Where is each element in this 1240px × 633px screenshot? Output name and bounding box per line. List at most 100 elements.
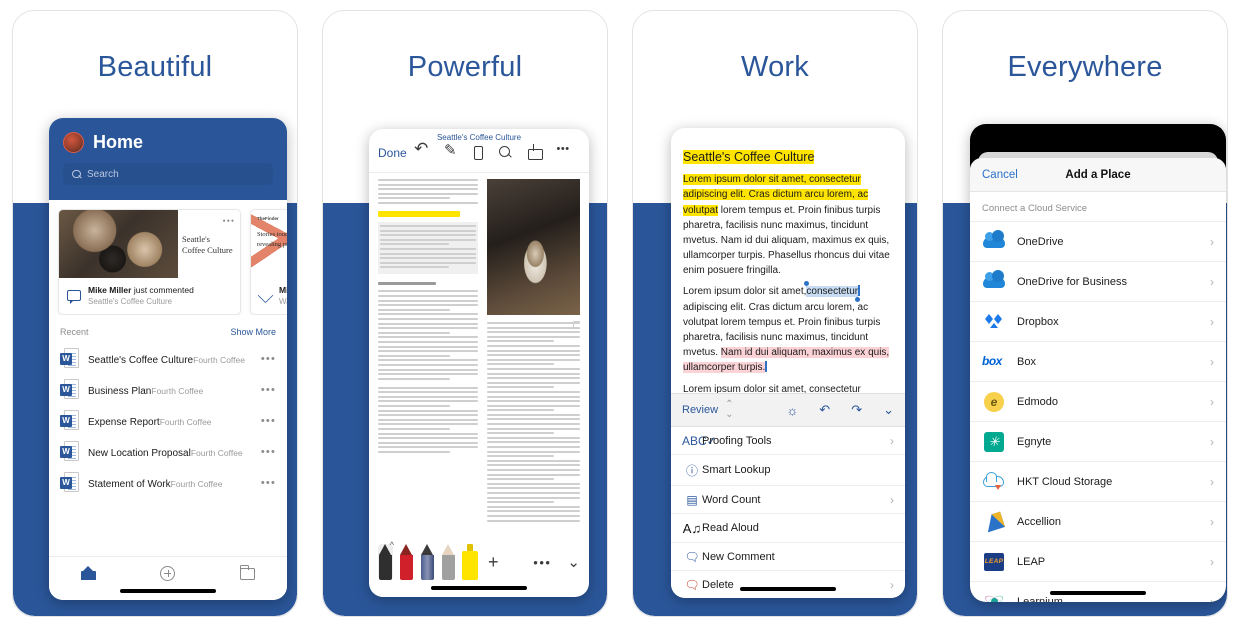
list-item[interactable]: W Business PlanFourth Coffee ••• [49, 374, 287, 405]
done-button[interactable]: Done [378, 146, 407, 160]
show-more-link[interactable]: Show More [230, 327, 276, 337]
search-input[interactable]: Search [63, 163, 273, 185]
doc-card[interactable]: TheFinder Stories touc by revealing peop… [250, 209, 287, 315]
list-item-onedrive-business[interactable]: OneDrive for Business › [970, 261, 1226, 301]
ink-pen-toolbar: + ••• ⌄ [378, 540, 580, 583]
undo-icon[interactable]: ↶ [819, 402, 830, 418]
ink-pen-icon[interactable] [444, 141, 459, 160]
card-more-icon[interactable]: ••• [223, 216, 235, 227]
document-cards-carousel[interactable]: ••• Seattle's Coffee Culture Mike Miller… [49, 200, 287, 315]
chevron-right-icon: › [1210, 554, 1214, 569]
chevron-right-icon: › [1210, 354, 1214, 369]
search-icon[interactable] [498, 145, 513, 160]
menu-item-word-count[interactable]: ▤ Word Count › [671, 486, 905, 514]
list-item-dropbox[interactable]: Dropbox › [970, 301, 1226, 341]
doc-card[interactable]: ••• Seattle's Coffee Culture Mike Miller… [58, 209, 241, 315]
redo-icon[interactable]: ↷ [851, 402, 862, 418]
activity-user: Mi [279, 285, 287, 295]
row-more-icon[interactable]: ••• [261, 353, 276, 365]
panel-card: Work Seattle's Coffee Culture Lorem ipsu… [632, 10, 918, 617]
folder-icon[interactable] [239, 564, 255, 580]
learnium-icon [982, 591, 1006, 602]
chevron-right-icon: › [1210, 514, 1214, 529]
lightbulb-icon[interactable]: ☼ [786, 403, 798, 418]
more-icon[interactable]: ••• [533, 555, 551, 570]
list-item[interactable]: W New Location ProposalFourth Coffee ••• [49, 436, 287, 467]
egnyte-icon: ✳ [982, 431, 1006, 453]
panel-beautiful: Beautiful Home Search ••• Seattle's Coff… [0, 0, 310, 633]
list-item[interactable]: W Expense ReportFourth Coffee ••• [49, 405, 287, 436]
list-item[interactable]: W Statement of WorkFourth Coffee ••• [49, 467, 287, 498]
row-more-icon[interactable]: ••• [261, 415, 276, 427]
panel-title: Work [741, 51, 809, 83]
recent-files-list: W Seattle's Coffee CultureFourth Coffee … [49, 343, 287, 498]
word-doc-icon: W [60, 440, 79, 463]
black-pen[interactable] [378, 540, 394, 580]
delete-comment-icon: 🗨 [684, 577, 700, 592]
shaded-paragraph [378, 221, 479, 274]
info-search-icon: ⓘ [685, 463, 698, 478]
menu-item-delete[interactable]: 🗨 Delete › [671, 571, 905, 598]
home-indicator [431, 586, 527, 590]
accellion-icon [982, 511, 1006, 533]
file-name: Expense Report [88, 416, 160, 428]
chevron-right-icon: › [1210, 594, 1214, 603]
file-owner: Fourth Coffee [190, 447, 243, 458]
menu-item-proofing-tools[interactable]: ABC✓ Proofing Tools › [671, 427, 905, 455]
ribbon-tab-review[interactable]: Review [682, 404, 718, 416]
service-label: Egnyte [1017, 435, 1052, 448]
ribbon-tab-switcher-icon[interactable]: ⌃ ⌄ [725, 400, 733, 420]
chevron-down-icon[interactable]: ⌄ [883, 402, 894, 418]
menu-item-new-comment[interactable]: 🗨 New Comment [671, 543, 905, 571]
pencil-icon [257, 287, 274, 304]
row-more-icon[interactable]: ••• [261, 446, 276, 458]
share-icon[interactable] [527, 144, 543, 160]
list-item-egnyte[interactable]: ✳ Egnyte › [970, 421, 1226, 461]
comment-marker-icon[interactable] [573, 321, 580, 329]
list-item-leap[interactable]: LEAP LEAP › [970, 541, 1226, 581]
list-item-box[interactable]: box Box › [970, 341, 1226, 381]
add-pen-button[interactable]: + [488, 552, 499, 573]
blue-pencil[interactable] [420, 544, 435, 580]
service-label: Learnium [1017, 595, 1063, 603]
home-icon[interactable] [81, 566, 97, 580]
chevron-right-icon: › [890, 577, 894, 592]
home-indicator [120, 589, 216, 593]
service-label: Accellion [1017, 515, 1062, 528]
red-pen[interactable] [399, 544, 414, 580]
avatar[interactable] [63, 132, 84, 153]
text-selection[interactable]: consectetur [806, 286, 859, 298]
service-label: OneDrive [1017, 235, 1064, 248]
ribbon-header[interactable]: Review ⌃ ⌄ ☼ ↶ ↷ ⌄ [671, 394, 905, 427]
read-aloud-icon: A♫ [682, 520, 702, 536]
phone-mockup-home: Home Search ••• Seattle's Coffee Culture… [49, 118, 287, 600]
list-item[interactable]: W Seattle's Coffee CultureFourth Coffee … [49, 343, 287, 374]
list-item-onedrive[interactable]: OneDrive › [970, 221, 1226, 261]
service-label: Box [1017, 355, 1036, 368]
row-more-icon[interactable]: ••• [261, 384, 276, 396]
doc-thumb-title: Seattle's Coffee Culture [182, 234, 233, 255]
list-item-hkt-cloud-storage[interactable]: HKT Cloud Storage › [970, 461, 1226, 501]
menu-item-smart-lookup[interactable]: ⓘ Smart Lookup [671, 455, 905, 486]
list-item-edmodo[interactable]: e Edmodo › [970, 381, 1226, 421]
document-heading: Seattle's Coffee Culture [683, 150, 815, 164]
gray-pencil[interactable] [441, 544, 456, 580]
row-more-icon[interactable]: ••• [261, 477, 276, 489]
plus-circle-icon[interactable] [160, 566, 176, 581]
more-icon[interactable] [557, 143, 573, 160]
document-column-left [378, 179, 479, 535]
paragraph-lines [378, 290, 479, 380]
document-page[interactable] [378, 179, 580, 535]
menu-label: Word Count [702, 493, 761, 506]
panel-powerful: Powerful Seattle's Coffee Culture Done ↶… [310, 0, 620, 633]
yellow-highlighter[interactable] [462, 544, 478, 580]
app-store-screenshot-gallery: Beautiful Home Search ••• Seattle's Coff… [0, 0, 1240, 633]
abc-check-icon: ABC✓ [682, 433, 717, 448]
coffee-cup-photo [487, 179, 580, 315]
mobile-view-icon[interactable] [473, 145, 483, 160]
chevron-down-icon[interactable]: ⌄ [567, 553, 580, 571]
undo-icon[interactable] [414, 139, 429, 160]
menu-item-read-aloud[interactable]: A♫ Read Aloud [671, 514, 905, 543]
list-item-accellion[interactable]: Accellion › [970, 501, 1226, 541]
search-icon [72, 169, 81, 179]
